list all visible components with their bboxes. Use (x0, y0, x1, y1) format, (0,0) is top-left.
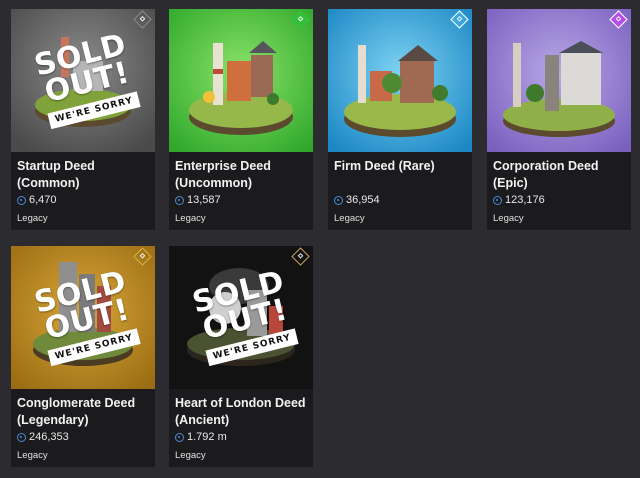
deed-card-heart-of-london[interactable]: SOLD OUT! WE'RE SORRY Heart of London De… (169, 246, 313, 467)
deed-price: 246,353 (17, 430, 69, 444)
deed-title: Conglomerate Deed (Legendary) (17, 396, 136, 427)
deed-title: Firm Deed (Rare) (334, 159, 435, 173)
deed-image: SOLD OUT! WE'RE SORRY (11, 9, 155, 152)
deed-tag: Legacy (17, 450, 48, 461)
deed-title: Heart of London Deed (Ancient) (175, 396, 306, 427)
deed-price: 13,587 (175, 193, 221, 207)
deed-tag: Legacy (334, 213, 365, 224)
deed-image (487, 9, 631, 152)
coin-icon (17, 432, 26, 442)
deed-tag: Legacy (17, 213, 48, 224)
deed-image (169, 9, 313, 152)
deed-image (328, 9, 472, 152)
deed-image: SOLD OUT! WE'RE SORRY (169, 246, 313, 389)
deed-price: 1.792 m (175, 430, 227, 444)
deed-tag: Legacy (175, 450, 206, 461)
deed-tag: Legacy (493, 213, 524, 224)
deed-card-firm[interactable]: Firm Deed (Rare) 36,954 Legacy (328, 9, 472, 230)
deed-title: Enterprise Deed (Uncommon) (175, 159, 271, 190)
deed-card-conglomerate[interactable]: SOLD OUT! WE'RE SORRY Conglomerate Deed … (11, 246, 155, 467)
deed-tag: Legacy (175, 213, 206, 224)
deed-price: 6,470 (17, 193, 57, 207)
coin-icon (334, 195, 343, 205)
coin-icon (175, 432, 184, 442)
deed-card-corporation[interactable]: Corporation Deed (Epic) 123,176 Legacy (487, 9, 631, 230)
deed-card-startup[interactable]: SOLD OUT! WE'RE SORRY Startup Deed (Comm… (11, 9, 155, 230)
deed-image: SOLD OUT! WE'RE SORRY (11, 246, 155, 389)
deed-price: 123,176 (493, 193, 545, 207)
deed-title: Corporation Deed (Epic) (493, 159, 599, 190)
coin-icon (17, 195, 26, 205)
deed-title: Startup Deed (Common) (17, 159, 95, 190)
coin-icon (493, 195, 502, 205)
deed-price: 36,954 (334, 193, 380, 207)
coin-icon (175, 195, 184, 205)
deed-card-enterprise[interactable]: Enterprise Deed (Uncommon) 13,587 Legacy (169, 9, 313, 230)
